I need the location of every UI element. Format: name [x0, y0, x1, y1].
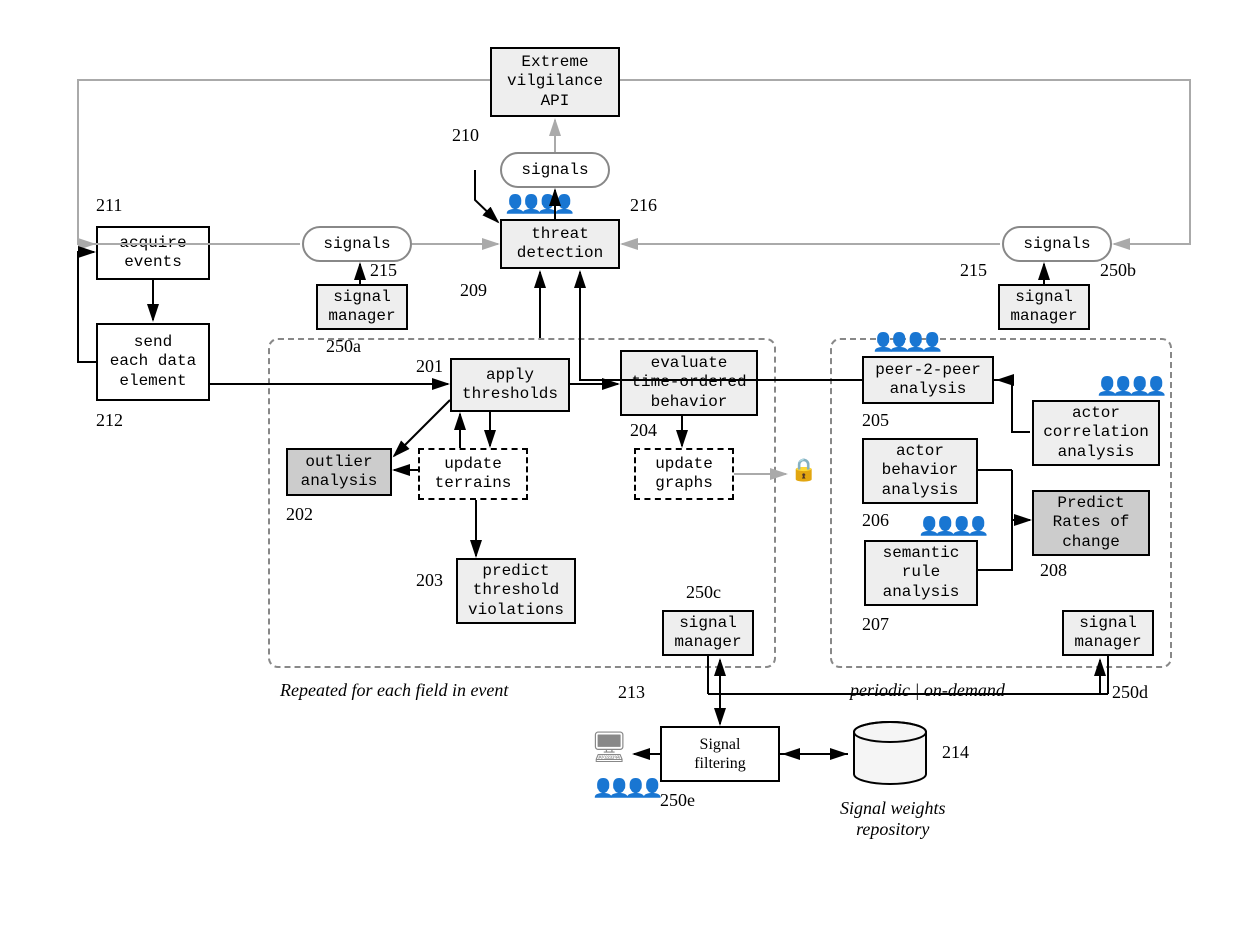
label-250a: 250a — [326, 336, 361, 357]
acquire-events-box: acquire events — [96, 226, 210, 280]
signal-manager-250c: signal manager — [662, 610, 754, 656]
predict-rates-box: Predict Rates of change — [1032, 490, 1150, 556]
predict-threshold-box: predict threshold violations — [456, 558, 576, 624]
label-250c: 250c — [686, 582, 721, 603]
label-215a: 215 — [370, 260, 397, 281]
label-216: 216 — [630, 195, 657, 216]
evaluate-time-ordered-box: evaluate time-ordered behavior — [620, 350, 758, 416]
signals-oval-top: signals — [500, 152, 610, 188]
signal-filtering-box: Signal filtering — [660, 726, 780, 782]
people-icon: 👤👤👤👤 — [872, 332, 938, 354]
label-213: 213 — [618, 682, 645, 703]
actor-behavior-box: actor behavior analysis — [862, 438, 978, 504]
label-250e: 250e — [660, 790, 695, 811]
label-250d: 250d — [1112, 682, 1148, 703]
label-212: 212 — [96, 410, 123, 431]
actor-correlation-box: actor correlation analysis — [1032, 400, 1160, 466]
label-206: 206 — [862, 510, 889, 531]
label-208: 208 — [1040, 560, 1067, 581]
label-250b: 250b — [1100, 260, 1136, 281]
people-icon: 👤👤👤👤 — [1096, 376, 1162, 398]
label-215b: 215 — [960, 260, 987, 281]
signal-manager-250d: signal manager — [1062, 610, 1154, 656]
label-204: 204 — [630, 420, 657, 441]
caption-repeated: Repeated for each field in event — [280, 680, 508, 701]
label-210: 210 — [452, 125, 479, 146]
signals-oval-left: signals — [302, 226, 412, 262]
label-202: 202 — [286, 504, 313, 525]
signals-oval-right: signals — [1002, 226, 1112, 262]
update-terrains-box: update terrains — [418, 448, 528, 500]
update-graphs-box: update graphs — [634, 448, 734, 500]
people-icon: 👤👤👤👤 — [504, 194, 570, 216]
label-201: 201 — [416, 356, 443, 377]
label-209: 209 — [460, 280, 487, 301]
caption-periodic: periodic | on-demand — [850, 680, 1005, 701]
outlier-analysis-box: outlier analysis — [286, 448, 392, 496]
label-211: 211 — [96, 195, 122, 216]
database-icon — [850, 720, 930, 790]
send-each-data-box: send each data element — [96, 323, 210, 401]
label-214: 214 — [942, 742, 969, 763]
monitor-icon: 🖥 — [590, 730, 628, 767]
peer-2-peer-box: peer-2-peer analysis — [862, 356, 994, 404]
apply-thresholds-box: apply thresholds — [450, 358, 570, 412]
semantic-rule-box: semantic rule analysis — [864, 540, 978, 606]
caption-weights-repo: Signal weights repository — [840, 798, 946, 840]
threat-detection-box: threat detection — [500, 219, 620, 269]
people-icon: 👤👤👤👤 — [918, 516, 984, 538]
people-icon: 👤👤👤👤 — [592, 778, 658, 800]
lock-icon: 🔒 — [790, 458, 817, 484]
label-203: 203 — [416, 570, 443, 591]
signal-manager-250a: signal manager — [316, 284, 408, 330]
label-207: 207 — [862, 614, 889, 635]
extreme-vigilance-api-box: Extreme vilgilance API — [490, 47, 620, 117]
signal-manager-250b: signal manager — [998, 284, 1090, 330]
label-205: 205 — [862, 410, 889, 431]
